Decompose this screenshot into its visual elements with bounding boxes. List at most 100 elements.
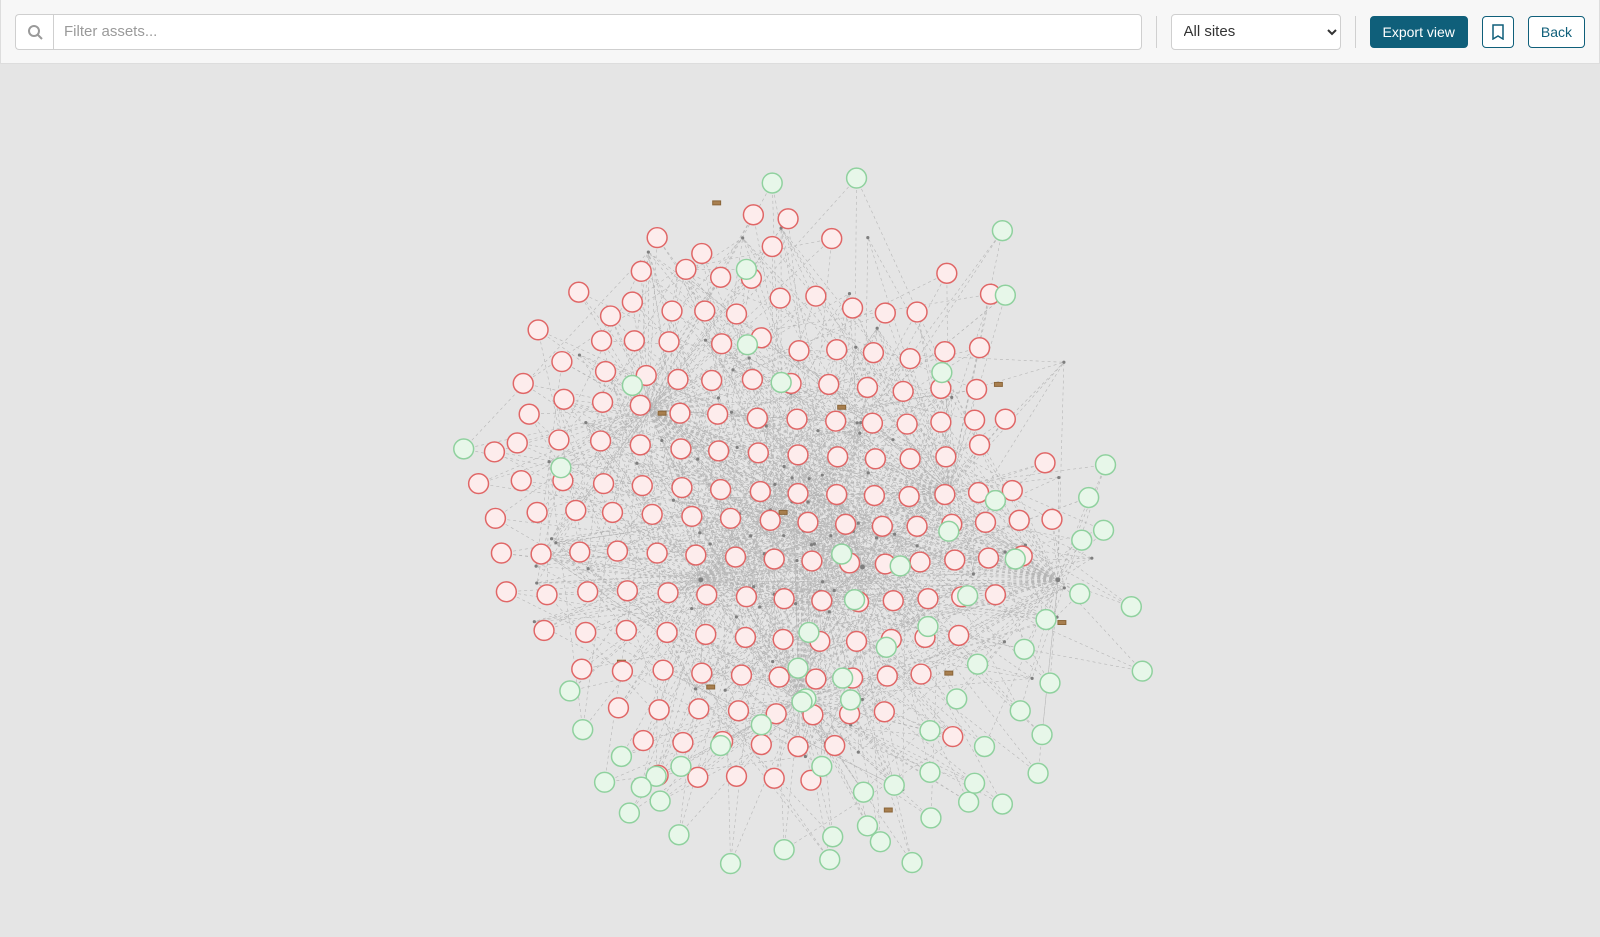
graph-canvas-area[interactable] bbox=[0, 64, 1600, 937]
relay-node[interactable] bbox=[748, 356, 751, 359]
relay-node[interactable] bbox=[866, 236, 869, 239]
asset-node-red[interactable] bbox=[762, 237, 782, 257]
asset-node-green[interactable] bbox=[858, 816, 878, 836]
asset-node-red[interactable] bbox=[764, 549, 784, 569]
asset-node-red[interactable] bbox=[486, 508, 506, 528]
asset-node-red[interactable] bbox=[847, 631, 867, 651]
asset-node-green[interactable] bbox=[573, 720, 593, 740]
asset-node-red[interactable] bbox=[806, 669, 826, 689]
asset-node-red[interactable] bbox=[748, 443, 768, 463]
relay-node[interactable] bbox=[773, 483, 776, 486]
relay-node[interactable] bbox=[857, 522, 860, 525]
relay-node[interactable] bbox=[810, 543, 813, 546]
asset-node-green[interactable] bbox=[932, 363, 952, 383]
asset-node-red[interactable] bbox=[893, 381, 913, 401]
relay-node[interactable] bbox=[829, 534, 832, 537]
asset-node-red[interactable] bbox=[630, 435, 650, 455]
asset-node-red[interactable] bbox=[569, 282, 589, 302]
relay-node[interactable] bbox=[698, 531, 701, 534]
asset-node-green[interactable] bbox=[1036, 610, 1056, 630]
relay-node[interactable] bbox=[816, 429, 819, 432]
asset-node-green[interactable] bbox=[947, 689, 967, 709]
asset-node-red[interactable] bbox=[907, 302, 927, 322]
asset-node-red[interactable] bbox=[592, 331, 612, 351]
asset-node-tan[interactable] bbox=[779, 510, 787, 514]
asset-node-red[interactable] bbox=[865, 449, 885, 469]
asset-node-red[interactable] bbox=[622, 292, 642, 312]
relay-node[interactable] bbox=[533, 620, 536, 623]
asset-node-green[interactable] bbox=[738, 335, 758, 355]
asset-node-tan[interactable] bbox=[713, 201, 721, 205]
asset-node-red[interactable] bbox=[578, 582, 598, 602]
relay-node[interactable] bbox=[535, 581, 538, 584]
asset-node-red[interactable] bbox=[653, 660, 673, 680]
asset-node-red[interactable] bbox=[863, 343, 883, 363]
asset-node-red[interactable] bbox=[900, 349, 920, 369]
asset-node-red[interactable] bbox=[900, 449, 920, 469]
hub-node[interactable] bbox=[698, 577, 703, 582]
asset-node-green[interactable] bbox=[788, 658, 808, 678]
asset-node-red[interactable] bbox=[874, 702, 894, 722]
asset-node-red[interactable] bbox=[593, 392, 613, 412]
asset-node-green[interactable] bbox=[890, 556, 910, 576]
asset-node-red[interactable] bbox=[907, 516, 927, 536]
asset-node-red[interactable] bbox=[836, 514, 856, 534]
asset-node-green[interactable] bbox=[845, 590, 865, 610]
asset-node-red[interactable] bbox=[826, 411, 846, 431]
asset-node-green[interactable] bbox=[918, 617, 938, 637]
asset-node-tan[interactable] bbox=[838, 405, 846, 409]
asset-node-green[interactable] bbox=[823, 827, 843, 847]
asset-node-red[interactable] bbox=[513, 374, 533, 394]
asset-node-green[interactable] bbox=[884, 775, 904, 795]
asset-node-red[interactable] bbox=[798, 512, 818, 532]
asset-node-green[interactable] bbox=[920, 762, 940, 782]
relay-node[interactable] bbox=[972, 572, 975, 575]
asset-node-red[interactable] bbox=[631, 261, 651, 281]
asset-node-red[interactable] bbox=[910, 552, 930, 572]
asset-node-red[interactable] bbox=[554, 389, 574, 409]
asset-node-green[interactable] bbox=[854, 782, 874, 802]
asset-node-red[interactable] bbox=[1009, 510, 1029, 530]
relay-node[interactable] bbox=[875, 536, 878, 539]
hub-node[interactable] bbox=[860, 565, 865, 570]
asset-node-red[interactable] bbox=[632, 476, 652, 496]
relay-node[interactable] bbox=[1062, 361, 1065, 364]
relay-node[interactable] bbox=[1031, 677, 1034, 680]
relay-node[interactable] bbox=[916, 544, 919, 547]
asset-node-red[interactable] bbox=[702, 371, 722, 391]
asset-node-green[interactable] bbox=[876, 637, 896, 657]
relay-node[interactable] bbox=[861, 698, 864, 701]
asset-node-red[interactable] bbox=[769, 667, 789, 687]
relay-node[interactable] bbox=[821, 580, 824, 583]
relay-node[interactable] bbox=[795, 559, 798, 562]
relay-node[interactable] bbox=[848, 292, 851, 295]
asset-node-green[interactable] bbox=[619, 803, 639, 823]
asset-node-red[interactable] bbox=[616, 621, 636, 641]
relay-node[interactable] bbox=[833, 589, 836, 592]
asset-node-green[interactable] bbox=[812, 756, 832, 776]
relay-node[interactable] bbox=[782, 534, 785, 537]
asset-node-red[interactable] bbox=[721, 508, 741, 528]
asset-node-green[interactable] bbox=[820, 850, 840, 870]
relay-node[interactable] bbox=[554, 541, 557, 544]
asset-node-red[interactable] bbox=[692, 663, 712, 683]
asset-node-red[interactable] bbox=[760, 510, 780, 530]
relay-node[interactable] bbox=[828, 610, 831, 613]
asset-node-green[interactable] bbox=[721, 854, 741, 874]
asset-node-green[interactable] bbox=[992, 794, 1012, 814]
relay-node[interactable] bbox=[891, 438, 894, 441]
asset-node-red[interactable] bbox=[485, 442, 505, 462]
asset-node-red[interactable] bbox=[519, 404, 539, 424]
asset-node-red[interactable] bbox=[676, 259, 696, 279]
asset-node-red[interactable] bbox=[712, 334, 732, 354]
asset-node-red[interactable] bbox=[747, 408, 767, 428]
relay-node[interactable] bbox=[1090, 557, 1093, 560]
asset-node-red[interactable] bbox=[862, 413, 882, 433]
asset-node-red[interactable] bbox=[662, 301, 682, 321]
relay-node[interactable] bbox=[749, 534, 752, 537]
asset-node-red[interactable] bbox=[491, 543, 511, 563]
asset-node-green[interactable] bbox=[1072, 530, 1092, 550]
asset-node-red[interactable] bbox=[732, 665, 752, 685]
asset-node-green[interactable] bbox=[595, 772, 615, 792]
asset-node-green[interactable] bbox=[1005, 549, 1025, 569]
